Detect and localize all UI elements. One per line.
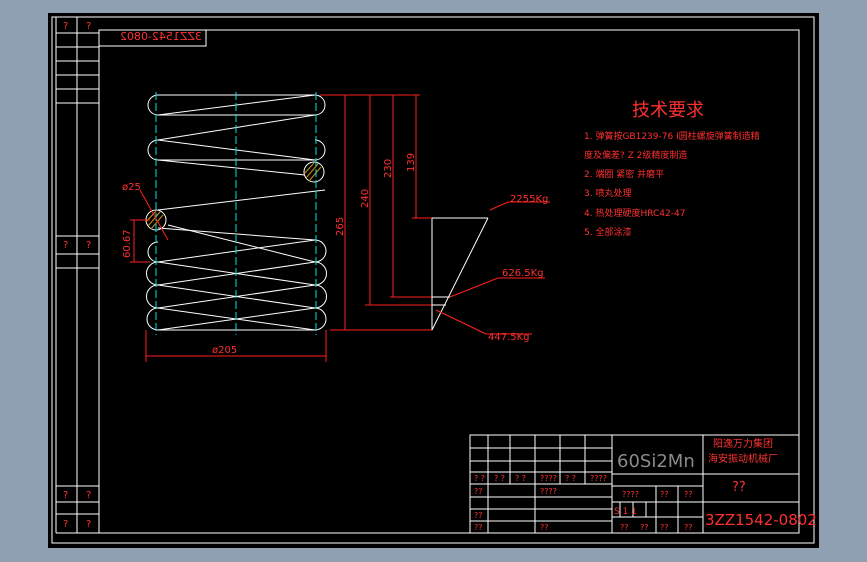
tech-req-line-4: 3. 喷丸处理 [584,187,631,199]
left-margin-mark-4b: ? [86,519,91,530]
tech-req-line-2: 度及偏差? Z 2级精度制造 [584,149,687,161]
cad-drawing-viewport: ? ? ? ? ? ? ? ? 3ZZ1542-0802 ø205 ø25 60… [48,13,819,548]
tb-cell-15: ?? [620,523,629,532]
load-label-high: 2255Kg [510,194,548,205]
tb-cell-17: ?? [660,523,669,532]
tb-cell-8: ???? [540,487,557,496]
tb-cell-4: ???? [540,474,557,483]
tb-cell-2: ? ? [494,474,505,483]
tb-cell-16: ?? [640,523,649,532]
tb-cell-6: ???? [590,474,607,483]
left-margin-mark-2a: ? [63,240,68,251]
dim-wire-diameter: ø25 [122,182,141,193]
tb-cell-12: ???? [622,490,639,499]
part-number: 3ZZ1542-0802 [705,511,817,529]
drawing-name: ?? [732,480,746,495]
tb-cell-3: ? ? [515,474,526,483]
left-margin-mark-3b: ? [86,490,91,501]
scale-cell: S 1 1 [614,507,637,517]
left-margin-mark-1a: ? [63,21,68,32]
tb-cell-9: ?? [474,511,483,520]
load-label-low: 447.5Kg [488,332,530,343]
tech-req-line-5: 4. 热处理硬度HRC42-47 [584,207,685,219]
tb-cell-7: ?? [474,487,483,496]
load-label-mid: 626.5Kg [502,268,544,279]
left-margin-mark-1b: ? [86,21,91,32]
dim-height-265: 265 [335,217,346,236]
tb-cell-1: ? ? [474,474,485,483]
tech-requirements-title: 技术要求 [632,100,704,121]
tb-cell-11: ?? [540,523,549,532]
tech-req-line-1: 1. 弹簧按GB1239-76 I圆柱螺旋弹簧制造精 [584,130,760,142]
tb-cell-18: ?? [684,523,693,532]
left-margin-mark-3a: ? [63,490,68,501]
part-number-mirrored: 3ZZ1542-0802 [120,30,202,43]
dim-outer-diameter: ø205 [212,345,237,356]
tech-req-line-3: 2. 端圈 紧密 并磨平 [584,168,664,180]
tech-req-line-6: 5. 全部涂漆 [584,226,631,238]
dim-pitch: 60.67 [122,229,133,258]
tb-cell-14: ?? [684,490,693,499]
company-line-2: 海安振动机械厂 [708,452,778,465]
dim-height-139: 139 [406,153,417,172]
dim-height-230: 230 [383,159,394,178]
left-margin-mark-4a: ? [63,519,68,530]
dim-height-240: 240 [360,189,371,208]
material-label: 60Si2Mn [617,451,695,472]
company-line-1: 阳逸万力集团 [713,437,773,450]
tb-cell-13: ?? [660,490,669,499]
tb-cell-10: ?? [474,523,483,532]
left-margin-mark-2b: ? [86,240,91,251]
tb-cell-5: ? ? [565,474,576,483]
